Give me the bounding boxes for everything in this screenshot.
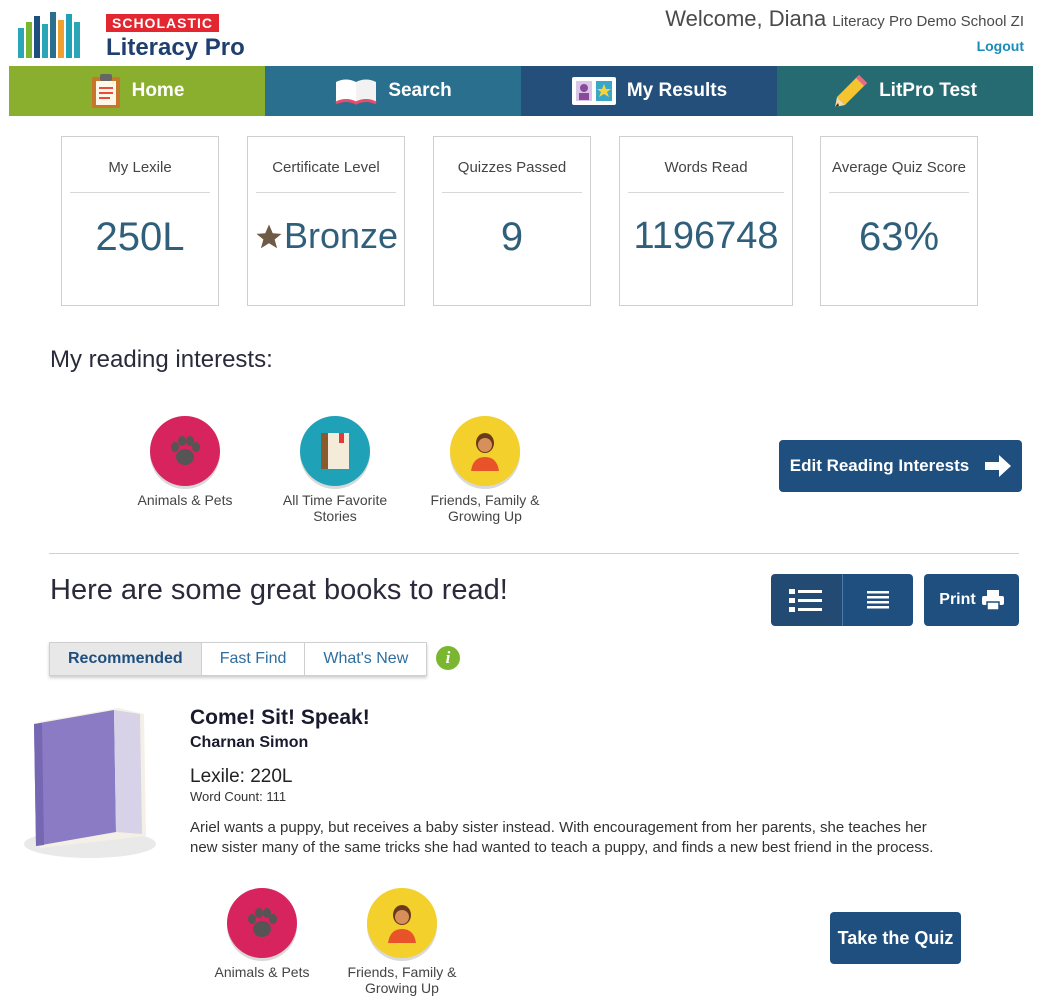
book-list-tabs: Recommended Fast Find What's New xyxy=(49,642,428,676)
book-tag-friends-family-growing-up[interactable]: Friends, Family & Growing Up xyxy=(332,888,472,996)
list-view-button[interactable] xyxy=(771,574,842,626)
paw-icon xyxy=(227,888,297,958)
nav-litpro-test[interactable]: LitPro Test xyxy=(777,66,1033,116)
logout-link[interactable]: Logout xyxy=(665,38,1024,54)
tag-label: Friends, Family & Growing Up xyxy=(347,964,457,996)
stat-value: 250L xyxy=(95,215,185,259)
section-divider xyxy=(49,553,1019,554)
stat-quizzes-passed: Quizzes Passed 9 xyxy=(433,136,591,306)
scholastic-badge: SCHOLASTIC xyxy=(106,14,219,32)
detailed-list-icon xyxy=(789,589,823,612)
stat-average-quiz-score: Average Quiz Score 63% xyxy=(820,136,978,306)
stat-label: Quizzes Passed xyxy=(457,159,567,176)
stat-words-read: Words Read 1196748 xyxy=(619,136,793,306)
tag-label: Animals & Pets xyxy=(214,964,310,980)
literacy-pro-logo[interactable]: SCHOLASTIC Literacy Pro xyxy=(18,8,258,61)
school-name: Literacy Pro Demo School ZI xyxy=(832,13,1024,30)
bookshelf-logo-icon xyxy=(18,12,80,58)
star-icon xyxy=(256,224,282,249)
stat-label: My Lexile xyxy=(108,159,172,176)
view-toggle xyxy=(771,574,913,626)
interest-friends-family-growing-up[interactable]: Friends, Family & Growing Up xyxy=(415,416,555,524)
books-title: Here are some great books to read! xyxy=(50,574,508,606)
nav-my-results-label: My Results xyxy=(626,80,728,101)
nav-search[interactable]: Search xyxy=(265,66,521,116)
nav-litpro-test-label: LitPro Test xyxy=(879,80,977,101)
nav-search-label: Search xyxy=(388,80,452,101)
book-cover-image[interactable] xyxy=(22,706,158,862)
print-button[interactable]: Print xyxy=(924,574,1019,626)
stat-value: Bronze xyxy=(248,215,404,257)
book-icon xyxy=(300,416,370,486)
info-icon[interactable]: i xyxy=(436,646,460,670)
edit-reading-interests-button[interactable]: Edit Reading Interests xyxy=(779,440,1022,492)
take-the-quiz-button[interactable]: Take the Quiz xyxy=(830,912,961,964)
nav-my-results[interactable]: My Results xyxy=(521,66,777,116)
arrow-right-icon xyxy=(985,455,1012,477)
person-icon xyxy=(450,416,520,486)
user-info: Welcome, Diana Literacy Pro Demo School Z… xyxy=(665,6,1024,54)
stat-my-lexile: My Lexile 250L xyxy=(61,136,219,306)
nav-home-label: Home xyxy=(131,80,185,101)
tab-fast-find[interactable]: Fast Find xyxy=(201,643,306,675)
clipboard-icon xyxy=(91,74,120,108)
book-author: Charnan Simon xyxy=(190,734,309,751)
interest-label: Friends, Family & Growing Up xyxy=(430,492,540,524)
interest-label: Animals & Pets xyxy=(137,492,233,508)
product-name: Literacy Pro xyxy=(106,34,245,61)
book-tag-animals-pets[interactable]: Animals & Pets xyxy=(192,888,332,980)
reading-interests-title: My reading interests: xyxy=(50,346,273,373)
stat-label: Average Quiz Score xyxy=(832,159,966,176)
book-word-count: Word Count: 111 xyxy=(190,789,287,804)
stat-value: 1196748 xyxy=(633,215,779,257)
book-description: Ariel wants a puppy, but receives a baby… xyxy=(190,819,934,856)
stat-certificate-level: Certificate Level Bronze xyxy=(247,136,405,306)
stat-label: Certificate Level xyxy=(272,159,380,176)
welcome-text: Welcome, Diana xyxy=(665,6,827,31)
compact-view-button[interactable] xyxy=(842,574,913,626)
nav-home[interactable]: Home xyxy=(9,66,265,116)
tab-recommended[interactable]: Recommended xyxy=(50,643,202,675)
stat-label: Words Read xyxy=(664,159,748,176)
compact-list-icon xyxy=(866,591,889,609)
print-label: Print xyxy=(939,591,976,608)
open-book-icon xyxy=(335,79,377,105)
stat-value: 9 xyxy=(500,215,524,259)
interest-all-time-favorite-stories[interactable]: All Time Favorite Stories xyxy=(265,416,405,524)
pencil-icon xyxy=(835,75,868,107)
results-card-icon xyxy=(571,77,616,105)
stat-value: 63% xyxy=(858,215,940,259)
certificate-level-value: Bronze xyxy=(283,215,399,256)
main-nav: Home Search My Results LitPro Test xyxy=(9,66,1033,116)
paw-icon xyxy=(150,416,220,486)
interest-animals-pets[interactable]: Animals & Pets xyxy=(115,416,255,508)
person-icon xyxy=(367,888,437,958)
edit-reading-interests-label: Edit Reading Interests xyxy=(789,456,970,475)
tab-whats-new[interactable]: What's New xyxy=(305,643,427,675)
book-lexile: Lexile: 220L xyxy=(190,766,293,787)
interest-label: All Time Favorite Stories xyxy=(282,492,388,524)
book-title[interactable]: Come! Sit! Speak! xyxy=(190,706,370,730)
printer-icon xyxy=(981,590,1004,610)
